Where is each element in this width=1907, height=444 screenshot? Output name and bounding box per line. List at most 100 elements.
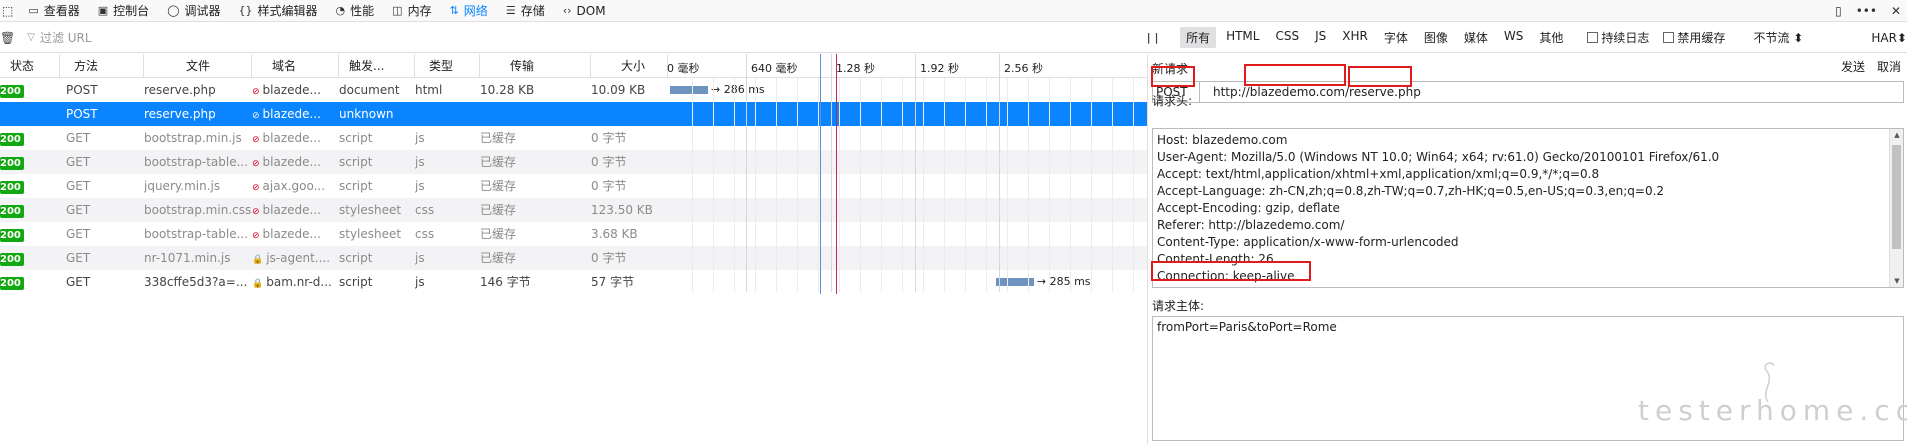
type-cell: css (415, 203, 435, 217)
domain-text: blazede... (262, 227, 321, 241)
type-filter-button[interactable]: 媒体 (1458, 27, 1494, 48)
type-filter-button[interactable]: 字体 (1378, 27, 1414, 48)
table-row[interactable]: 200 GET 338cffe5d3?a=... 🔒 bam.nr-d... script… (0, 270, 1147, 294)
domain-cell: 🔒 bam.nr-d... (252, 270, 339, 294)
waterfall-header[interactable] (668, 54, 1147, 78)
clear-requests-icon[interactable]: 🗑 (0, 31, 15, 45)
devtools-tabs: ▭ 查看器 ▣ 控制台 ◯ 调试器 {} 样式编辑器 ◔ 性能 ◫ 内存 ⇅ 网络 ☰ 存储 ‹› DOM (19, 0, 614, 22)
table-row[interactable]: 200 POST reserve.php ⊘ blazede... document htm… (0, 78, 1147, 102)
transferred-cell: 已缓存 (480, 179, 517, 193)
column-header[interactable]: 域名 (252, 53, 339, 78)
filter-url-input[interactable]: ▽ 过滤 URL (27, 29, 1143, 46)
type-filter-button[interactable]: XHR (1336, 27, 1374, 48)
status-badge: 200 (0, 181, 24, 194)
tab-debugger[interactable]: ◯ 调试器 (158, 0, 229, 22)
dock-icon[interactable]: ▯ (1835, 4, 1842, 18)
scroll-thumb[interactable] (1892, 145, 1901, 249)
headers-label: 请求头: (1152, 94, 1193, 108)
status-cell: 200 (0, 78, 60, 102)
table-row[interactable]: 200 GET bootstrap.min.js ⊘ blazede... script j… (0, 126, 1147, 150)
header-line: Content-Type: application/x-www-form-url… (1157, 235, 1459, 249)
tab-console[interactable]: ▣ 控制台 (89, 0, 158, 22)
har-menu[interactable]: HAR⬍ (1871, 31, 1907, 45)
status-cell: 200 (0, 102, 60, 126)
cause-cell: stylesheet (339, 227, 402, 241)
header-line: User-Agent: Mozilla/5.0 (Windows NT 10.0… (1157, 150, 1720, 164)
type-cell: js (415, 179, 425, 193)
cause-cell: script (339, 131, 373, 145)
domain-text: blazede... (262, 83, 321, 97)
tab-label: 查看器 (43, 4, 80, 18)
status-cell: 200 (0, 270, 60, 294)
transferred-cell: 146 字节 (480, 275, 531, 289)
column-header[interactable]: 传输 (480, 53, 591, 78)
type-filter-button[interactable]: JS (1309, 27, 1332, 48)
send-button[interactable]: 发送 (1841, 58, 1865, 75)
more-options-icon[interactable]: ••• (1856, 4, 1877, 18)
tab-network[interactable]: ⇅ 网络 (441, 0, 497, 22)
type-filter-button[interactable]: WS (1498, 27, 1529, 48)
column-header[interactable]: 触发... (339, 53, 415, 78)
table-row[interactable]: 200 GET nr-1071.min.js 🔒 js-agent.... script j… (0, 246, 1147, 270)
method-cell: GET (66, 203, 91, 217)
waterfall-cell (668, 246, 1147, 270)
cause-cell: script (339, 179, 373, 193)
table-row[interactable]: 200 GET jquery.min.js ⊘ ajax.goo... script js 已… (0, 174, 1147, 198)
method-cell: GET (66, 131, 91, 145)
pause-icon[interactable]: | | (1143, 31, 1162, 44)
body-label: 请求主体: (1152, 299, 1205, 313)
column-header[interactable]: 类型 (415, 53, 480, 78)
network-icon: ⇅ (449, 4, 459, 17)
disable-cache-checkbox[interactable]: 禁用缓存 (1663, 29, 1725, 46)
column-header[interactable]: 大小 (591, 53, 668, 78)
header-line: Accept: text/html,application/xhtml+xml,… (1157, 167, 1600, 181)
column-header[interactable]: 文件 (144, 53, 252, 78)
scroll-down-icon[interactable]: ▼ (1890, 277, 1903, 285)
scroll-up-icon[interactable]: ▲ (1890, 131, 1903, 139)
table-row[interactable]: 200 GET bootstrap-table... ⊘ blazede... style… (0, 222, 1147, 246)
close-icon[interactable]: ✕ (1891, 4, 1901, 18)
cause-cell: script (339, 275, 373, 289)
headers-scrollbar[interactable]: ▲ ▼ (1889, 129, 1903, 287)
transferred-cell: 已缓存 (480, 251, 517, 265)
file-cell: bootstrap-table... (144, 227, 249, 241)
tab-style-editor[interactable]: {} 样式编辑器 (230, 0, 327, 22)
status-cell: 200 (0, 126, 60, 150)
type-filter-button[interactable]: 其他 (1533, 27, 1569, 48)
size-cell: 0 字节 (591, 179, 627, 193)
tab-dom[interactable]: ‹› DOM (554, 0, 615, 22)
pick-element-icon[interactable]: ⬚ (0, 0, 19, 22)
cause-cell: script (339, 251, 373, 265)
table-row[interactable]: 200 GET bootstrap-table... ⊘ blazede... scrip… (0, 150, 1147, 174)
tab-memory[interactable]: ◫ 内存 (383, 0, 440, 22)
status-badge: 200 (0, 85, 24, 98)
timing-label: → 286 ms (711, 83, 765, 96)
column-header[interactable]: 方法 (60, 53, 144, 78)
new-request-panel: 新请求 发送 取消 POST http://blazedemo.com/rese… (1147, 54, 1907, 444)
transferred-cell: 已缓存 (480, 227, 517, 241)
tab-performance[interactable]: ◔ 性能 (327, 0, 384, 22)
cancel-button[interactable]: 取消 (1877, 58, 1901, 75)
table-row[interactable]: 200 GET bootstrap.min.css ⊘ blazede... styles… (0, 198, 1147, 222)
table-header: 状态 方法 文件 域名 触发... 类型 传输 大小 (0, 53, 1147, 78)
type-filter-button[interactable]: 所有 (1180, 27, 1217, 48)
tab-label: 内存 (407, 4, 432, 18)
throttle-select[interactable]: 不节流 ⬍ (1753, 29, 1803, 46)
status-badge: 200 (0, 253, 24, 266)
waterfall-cell (668, 222, 1147, 246)
domain-cell: ⊘ blazede... (252, 198, 339, 222)
method-cell: GET (66, 155, 91, 169)
header-line: Accept-Encoding: gzip, deflate (1157, 201, 1340, 215)
cause-cell: unknown (339, 107, 394, 121)
persist-logs-checkbox[interactable]: 持续日志 (1587, 29, 1649, 46)
table-row[interactable]: 200 POST reserve.php ⊘ blazede... unknown (0, 102, 1147, 126)
devtools-toolbar: ⬚ ▭ 查看器 ▣ 控制台 ◯ 调试器 {} 样式编辑器 ◔ 性能 ◫ 内存 ⇅ 网络 ☰ 存储 ‹› DOM ▯… (0, 0, 1907, 22)
type-filter-button[interactable]: 图像 (1418, 27, 1454, 48)
type-filter-button[interactable]: HTML (1220, 27, 1265, 48)
tab-storage[interactable]: ☰ 存储 (497, 0, 554, 22)
type-filter-button[interactable]: CSS (1269, 27, 1305, 48)
tab-inspector[interactable]: ▭ 查看器 (19, 0, 88, 22)
column-header[interactable]: 状态 (0, 53, 60, 78)
status-cell: 200 (0, 150, 60, 174)
domain-cell: 🔒 js-agent.... (252, 246, 339, 270)
